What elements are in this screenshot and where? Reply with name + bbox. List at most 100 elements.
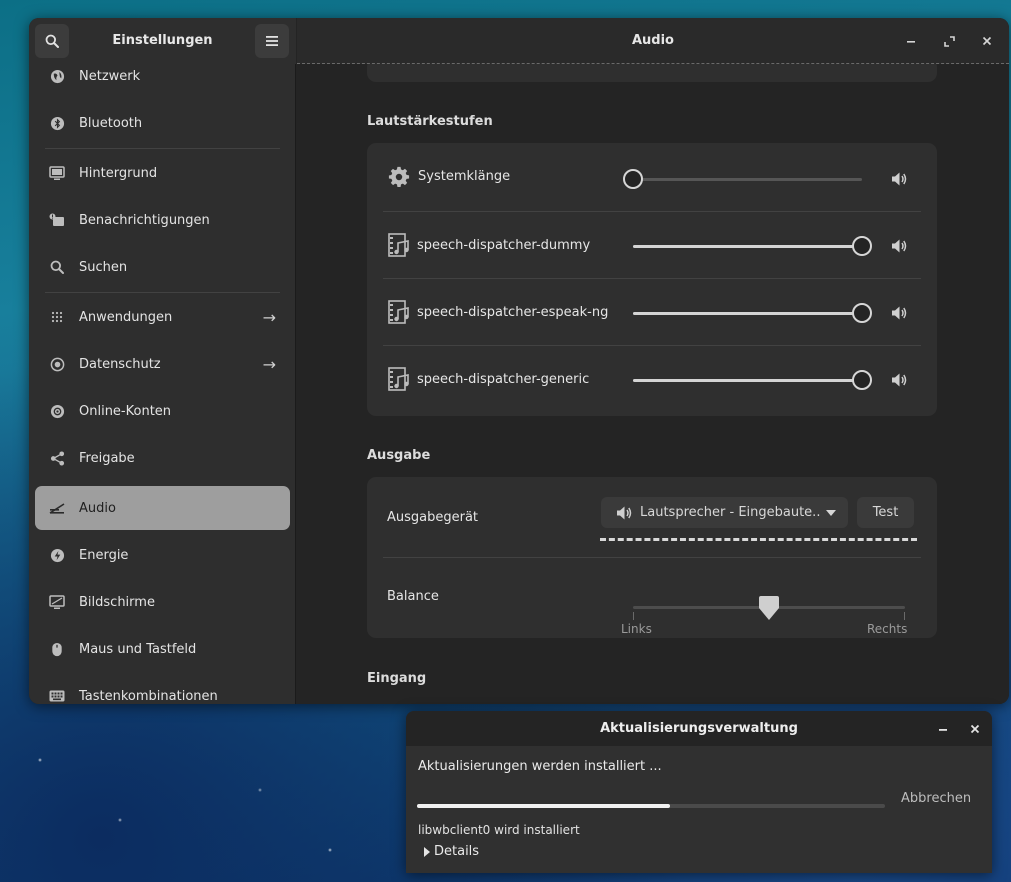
update-status-text: Aktualisierungen werden installiert ...: [418, 759, 662, 774]
sidebar-item-freigabe[interactable]: Freigabe: [35, 436, 290, 480]
sidebar-item-label: Freigabe: [79, 450, 135, 466]
privacy-icon: [49, 356, 65, 372]
speaker-icon[interactable]: [890, 170, 908, 188]
balance-tick-right: [904, 612, 905, 620]
sidebar-divider: [45, 148, 280, 149]
sidebar-title: Einstellungen: [112, 33, 213, 48]
output-title: Ausgabe: [367, 448, 431, 463]
balance-slider[interactable]: [633, 596, 905, 620]
speaker-icon[interactable]: [890, 237, 908, 255]
speaker-icon[interactable]: [890, 371, 908, 389]
speaker-icon[interactable]: [890, 304, 908, 322]
search-icon: [45, 34, 59, 48]
sidebar-item-energie[interactable]: Energie: [35, 533, 290, 577]
output-device-label: Ausgabegerät: [387, 510, 479, 525]
close-icon: [982, 36, 992, 46]
search-icon: [49, 259, 65, 275]
sidebar-divider: [45, 292, 280, 293]
mouse-icon: [49, 641, 65, 657]
sidebar-item-tastenkombinationen[interactable]: Tastenkombinationen: [35, 674, 290, 704]
main-panel: Audio Lautstärkestufen Systemklänge spee…: [297, 18, 1009, 704]
update-progress-fill: [417, 804, 670, 808]
media-file-icon: [388, 233, 409, 257]
sidebar-item-bluetooth[interactable]: Bluetooth: [35, 101, 290, 145]
output-device-value: Lautsprecher - Eingebaute...: [640, 505, 820, 520]
row-divider: [383, 557, 921, 558]
globe-icon: [49, 68, 65, 84]
search-button[interactable]: [35, 24, 69, 58]
sidebar-item-maus-und-tastfeld[interactable]: Maus und Tastfeld: [35, 627, 290, 671]
output-card: Ausgabegerät Lautsprecher - Eingebaute..…: [367, 477, 937, 638]
update-detail-text: libwbclient0 wird installiert: [418, 823, 580, 837]
dialog-minimize-button[interactable]: [935, 721, 951, 737]
sidebar-item-audio[interactable]: Audio: [35, 486, 290, 530]
volume-row-label: speech-dispatcher-dummy: [417, 237, 591, 253]
volume-slider-systemklaenge[interactable]: [623, 169, 862, 189]
sidebar-list: Netzwerk Bluetooth Hintergrund Benachric: [29, 64, 296, 704]
details-expander[interactable]: Details: [424, 844, 479, 859]
hamburger-menu-icon: [266, 36, 278, 46]
volume-slider-fill: [633, 312, 862, 315]
sidebar-item-hintergrund[interactable]: Hintergrund: [35, 151, 290, 195]
details-label: Details: [434, 844, 480, 859]
volume-slider-fill: [633, 245, 862, 248]
notification-icon: [49, 212, 65, 228]
cancel-button[interactable]: Abbrechen: [901, 791, 971, 806]
sidebar-item-suchen[interactable]: Suchen: [35, 245, 290, 289]
sidebar-item-label: Datenschutz: [79, 356, 161, 372]
sidebar-item-datenschutz[interactable]: Datenschutz →: [35, 342, 290, 386]
settings-window: Einstellungen Netzwerk Bluetooth Hinterg…: [29, 18, 1009, 704]
maximize-button[interactable]: [939, 31, 959, 51]
sidebar-item-online-konten[interactable]: Online-Konten: [35, 389, 290, 433]
sidebar-item-label: Energie: [79, 547, 129, 563]
sidebar-item-benachrichtigungen[interactable]: Benachrichtigungen: [35, 198, 290, 242]
chevron-down-icon: [826, 509, 836, 516]
volume-slider-knob[interactable]: [852, 303, 872, 323]
update-dialog: Aktualisierungsverwaltung Aktualisierung…: [406, 711, 992, 873]
volume-slider-knob[interactable]: [623, 169, 643, 189]
update-dialog-title: Aktualisierungsverwaltung: [600, 721, 798, 736]
volume-slider-speech-dispatcher-espeak-ng[interactable]: [633, 303, 872, 323]
test-button[interactable]: Test: [857, 497, 914, 528]
sidebar-header: Einstellungen: [29, 18, 296, 64]
media-file-icon: [388, 367, 409, 391]
chevron-right-icon: [424, 846, 430, 857]
arrow-right-icon: →: [262, 354, 276, 374]
close-button[interactable]: [977, 31, 997, 51]
display-icon: [49, 594, 65, 610]
update-progress-bar: [417, 804, 885, 808]
minimize-button[interactable]: [901, 31, 921, 51]
apps-grid-icon: [49, 309, 65, 325]
volume-row-label: Systemklänge: [418, 169, 511, 184]
sidebar-item-label: Suchen: [79, 259, 128, 275]
sidebar-item-label: Audio: [79, 500, 116, 516]
monitor-image-icon: [49, 165, 65, 181]
main-menu-button[interactable]: [255, 24, 289, 58]
close-icon: [970, 724, 980, 734]
at-icon: [49, 403, 65, 419]
speaker-icon: [617, 506, 632, 519]
volume-row-label: speech-dispatcher-espeak-ng: [417, 304, 609, 320]
output-device-dropdown[interactable]: Lautsprecher - Eingebaute...: [601, 497, 848, 528]
sidebar-item-netzwerk[interactable]: Netzwerk: [35, 64, 290, 98]
input-title: Eingang: [367, 671, 427, 686]
volume-slider-speech-dispatcher-generic[interactable]: [633, 370, 872, 390]
volume-slider-knob[interactable]: [852, 236, 872, 256]
balance-left-label: Links: [621, 622, 652, 636]
balance-label: Balance: [387, 589, 439, 604]
volume-slider-speech-dispatcher-dummy[interactable]: [633, 236, 872, 256]
balance-tick-left: [633, 612, 634, 620]
dialog-close-button[interactable]: [967, 721, 983, 737]
arrow-right-icon: →: [262, 307, 276, 327]
volume-slider-knob[interactable]: [852, 370, 872, 390]
audio-icon: [49, 500, 65, 516]
sidebar-item-label: Benachrichtigungen: [79, 212, 210, 228]
gear-icon: [388, 166, 410, 187]
power-icon: [49, 547, 65, 563]
sidebar-item-bildschirme[interactable]: Bildschirme: [35, 580, 290, 624]
sidebar-item-label: Hintergrund: [79, 165, 158, 181]
maximize-icon: [943, 35, 955, 47]
sidebar-item-anwendungen[interactable]: Anwendungen →: [35, 295, 290, 339]
balance-slider-knob[interactable]: [758, 596, 780, 622]
volume-row-systemklaenge: Systemklänge: [383, 143, 921, 210]
